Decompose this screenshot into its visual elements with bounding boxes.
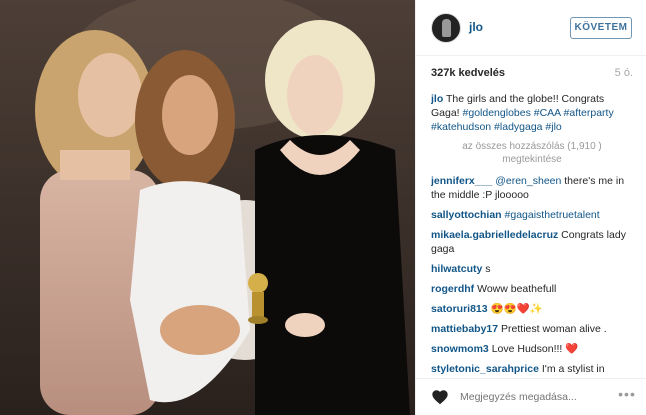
comment-username[interactable]: styletonic_sarahprice — [431, 363, 539, 375]
post-time[interactable]: 5 ó. — [615, 67, 633, 79]
comment-username[interactable]: mattiebaby17 — [431, 323, 498, 335]
avatar[interactable] — [431, 13, 461, 43]
comment-username[interactable]: rogerdhf — [431, 283, 474, 295]
post-stats: 327k kedvelés 5 ó. — [431, 67, 633, 83]
comment-hashtag[interactable]: #gagaisthetruetalent — [505, 209, 600, 221]
comment-text: s — [485, 263, 491, 275]
comment-text: Prettiest woman alive . — [501, 323, 607, 335]
comment-username[interactable]: hilwatcuty — [431, 263, 482, 275]
comment-username[interactable]: sallyottochian — [431, 209, 502, 221]
comment-item: sallyottochian #gagaisthetruetalent — [431, 208, 633, 222]
comment-username[interactable]: snowmom3 — [431, 343, 489, 355]
ellipsis-icon[interactable]: ••• — [616, 386, 638, 406]
comment-item: rogerdhf Woww beathefull — [431, 282, 633, 296]
comment-item: satoruri813 😍😍❤️✨ — [431, 302, 633, 316]
comment-mention[interactable]: @eren_sheen — [495, 175, 561, 187]
comment-username[interactable]: jenniferx___ — [431, 175, 492, 187]
likes-count[interactable]: 327k kedvelés — [431, 67, 505, 79]
comment-footer: ••• — [416, 378, 646, 415]
comment-text: 😍😍❤️✨ — [490, 303, 543, 315]
comment-username[interactable]: mikaela.gabrielledelacruz — [431, 229, 558, 241]
comment-item: styletonic_sarahprice I'm a stylist in L… — [431, 362, 633, 377]
comments-list[interactable]: jlo The girls and the globe!! Congrats G… — [431, 92, 633, 377]
comment-input[interactable] — [460, 388, 610, 406]
comment-item: hilwatcuty s — [431, 262, 633, 276]
comment-username[interactable]: satoruri813 — [431, 303, 488, 315]
post-photo[interactable] — [0, 0, 415, 415]
post-header: jlo KÖVETEM — [416, 0, 646, 56]
author-username[interactable]: jlo — [469, 20, 483, 34]
post-side-panel: jlo KÖVETEM 327k kedvelés 5 ó. jlo The g… — [415, 0, 646, 415]
caption-username[interactable]: jlo — [431, 93, 443, 105]
comment-item: jenniferx___ @eren_sheen there's me in t… — [431, 174, 633, 202]
comment-item: mikaela.gabrielledelacruz Congrats lady … — [431, 228, 633, 256]
photo-illustration — [0, 0, 415, 415]
comment-text: Woww beathefull — [477, 283, 557, 295]
caption: jlo The girls and the globe!! Congrats G… — [431, 92, 633, 134]
comment-text: Love Hudson!!! ❤️ — [491, 343, 579, 355]
avatar-image — [442, 19, 451, 37]
follow-button[interactable]: KÖVETEM — [570, 17, 632, 39]
load-more-comments[interactable]: az összes hozzászólás (1,910 ) megtekint… — [431, 140, 633, 166]
comment-item: snowmom3 Love Hudson!!! ❤️ — [431, 342, 633, 356]
comment-item: mattiebaby17 Prettiest woman alive . — [431, 322, 633, 336]
heart-icon[interactable] — [431, 389, 449, 405]
